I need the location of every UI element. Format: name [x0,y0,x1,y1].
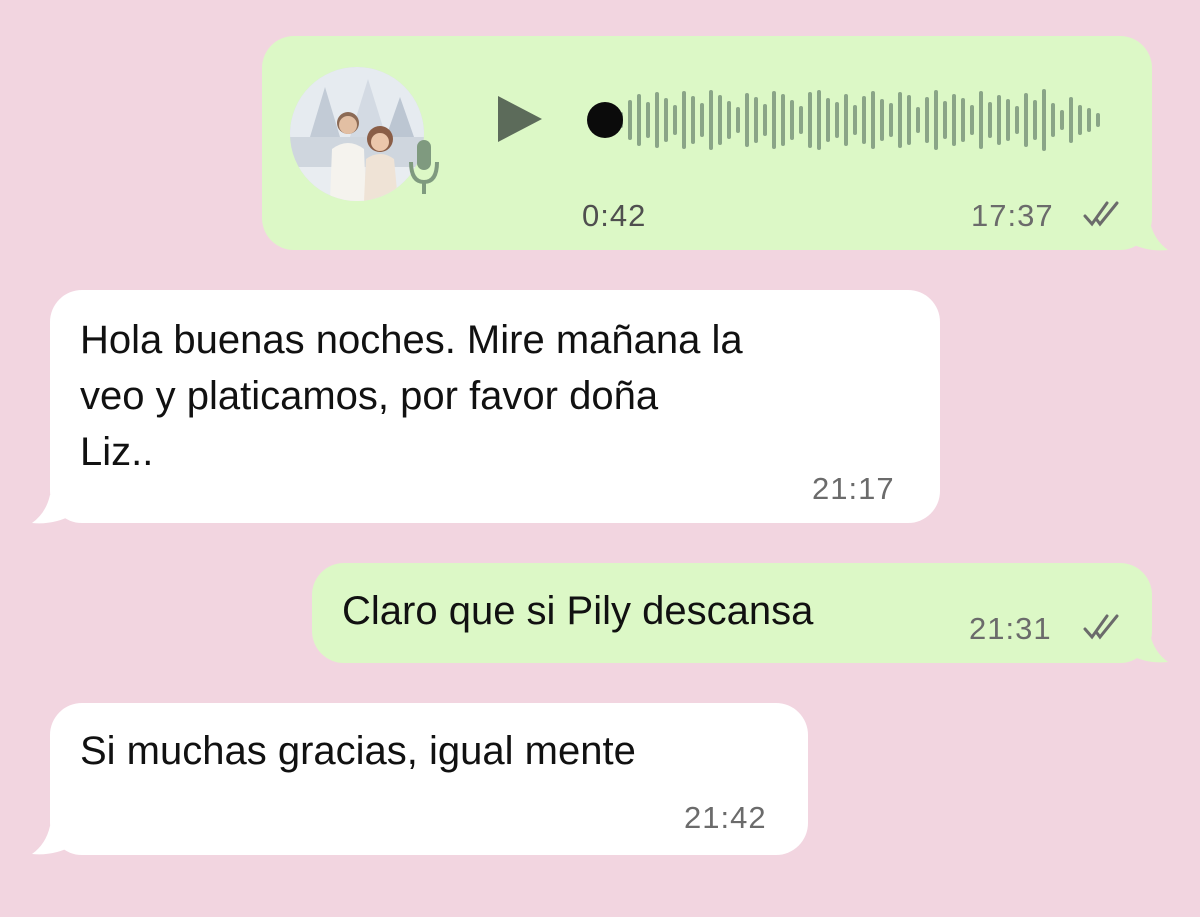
waveform-bar [961,98,965,142]
waveform-bar [736,107,740,133]
waveform-bar [1006,99,1010,141]
waveform-bar [691,96,695,144]
sender-avatar [290,67,424,201]
waveform-bar [871,91,875,149]
waveform-bar [1033,100,1037,140]
bubble-tail [32,826,72,856]
message-time: 21:17 [812,471,895,506]
waveform-bar [916,107,920,133]
waveform-bar [781,94,785,146]
waveform-bar [808,92,812,148]
waveform-bar [709,90,713,150]
waveform-bar [646,102,650,138]
waveform-bar [790,100,794,140]
waveform-bar [970,105,974,135]
waveform-bar [979,91,983,149]
message-time: 21:31 [969,611,1052,646]
waveform-bar [997,95,1001,145]
waveform-bar [682,91,686,149]
waveform-bar [844,94,848,146]
playback-scrubber[interactable] [587,102,623,138]
waveform-bar [1069,97,1073,143]
double-check-icon [1083,613,1123,641]
waveform-bar [889,103,893,137]
bubble-tail [1128,634,1168,664]
waveform-bar [727,101,731,139]
waveform-bar [772,91,776,149]
waveform-bar [907,95,911,145]
waveform-bar [1042,89,1046,151]
waveform-bar [853,105,857,135]
waveform-bar [952,94,956,146]
message-time: 17:37 [971,198,1054,233]
waveform-bar [799,106,803,134]
waveform-bar [880,99,884,141]
waveform-bar [1060,110,1064,130]
message-time: 21:42 [684,800,767,835]
waveform-bar [1024,93,1028,147]
waveform-bar [754,97,758,143]
waveform-bar [655,92,659,148]
audio-waveform[interactable] [615,84,1105,156]
waveform-bar [835,102,839,138]
waveform-bar [1051,103,1055,137]
microphone-icon [407,138,441,198]
bubble-tail [32,495,72,525]
waveform-bar [898,92,902,148]
play-icon[interactable] [494,94,546,144]
message-text: Si muchas gracias, igual mente [80,729,636,773]
voice-duration: 0:42 [582,198,647,233]
waveform-bar [763,104,767,136]
waveform-bar [664,98,668,142]
waveform-bar [637,94,641,146]
waveform-bar [1015,106,1019,134]
waveform-bar [925,97,929,143]
waveform-bar [745,93,749,147]
waveform-bar [943,101,947,139]
waveform-bar [673,105,677,135]
waveform-bar [718,95,722,145]
waveform-bar [1087,108,1091,132]
waveform-bar [817,90,821,150]
waveform-bar [628,100,632,140]
waveform-bar [1096,113,1100,127]
message-text: Hola buenas noches. Mire mañana la veo y… [80,318,743,474]
waveform-bar [934,90,938,150]
double-check-icon [1083,200,1123,228]
waveform-bar [1078,105,1082,135]
waveform-bar [826,98,830,142]
message-text: Claro que si Pily descansa [342,589,814,633]
waveform-bar [988,102,992,138]
waveform-bar [700,103,704,137]
waveform-bar [862,96,866,144]
bubble-tail [1128,222,1168,252]
